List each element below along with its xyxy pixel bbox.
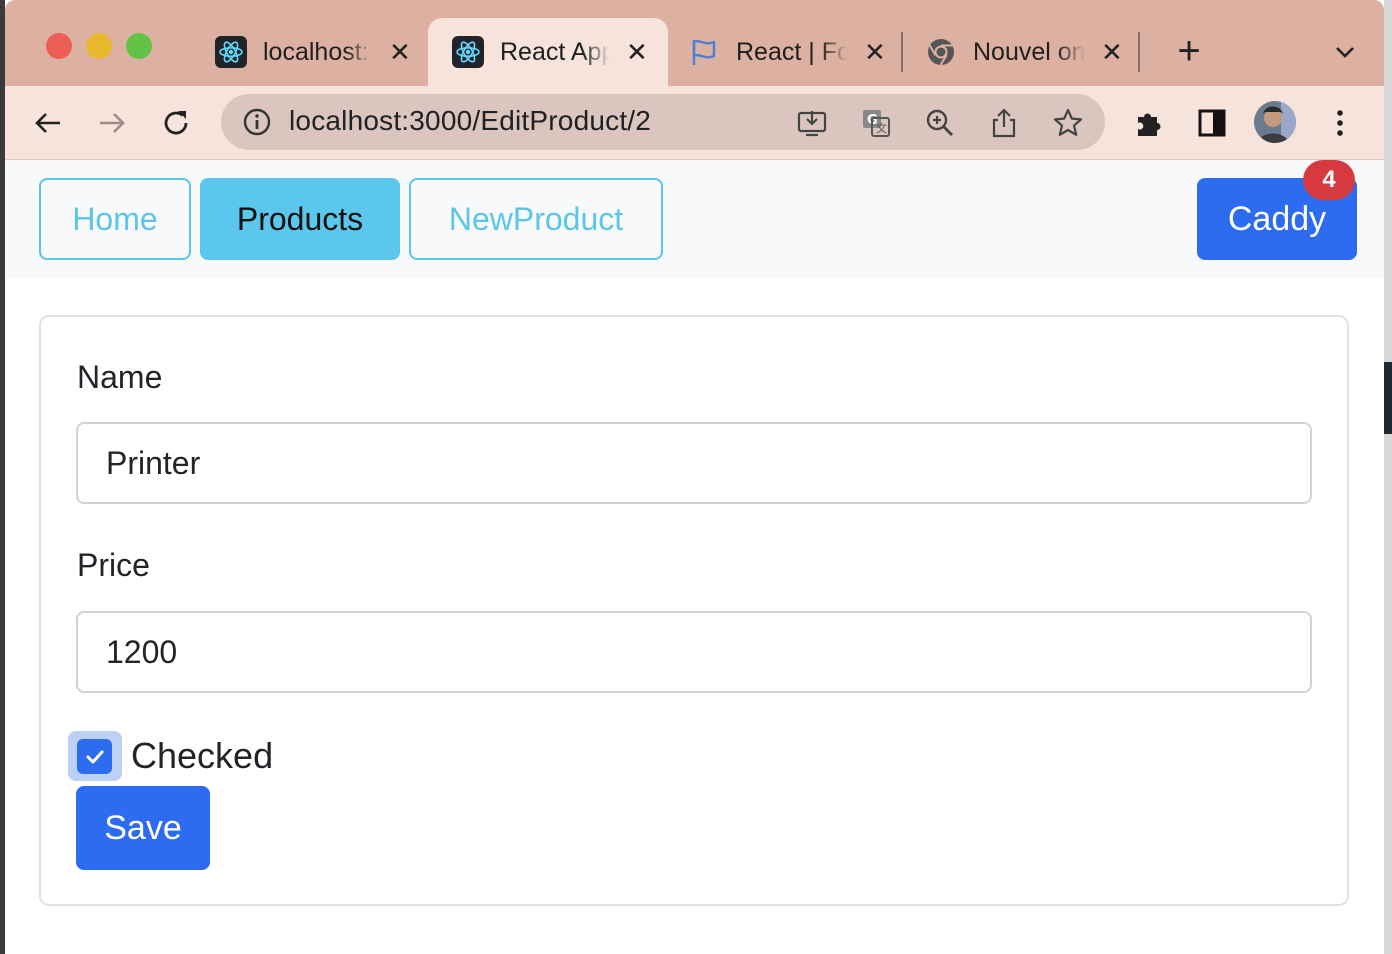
checked-checkbox[interactable]	[77, 739, 112, 774]
tab-separator	[1138, 32, 1140, 72]
name-label: Name	[77, 359, 163, 395]
site-info-icon[interactable]	[241, 106, 273, 143]
tab-label: Nouvel on	[973, 37, 1085, 66]
close-tab-icon[interactable]: ✕	[626, 39, 648, 65]
tab-react-app[interactable]: React App ✕	[428, 18, 668, 86]
price-label: Price	[77, 547, 150, 583]
chrome-icon	[925, 36, 957, 68]
tab-label: localhost:	[263, 37, 369, 66]
close-window-button[interactable]	[46, 33, 72, 59]
tab-localhost[interactable]: localhost: ✕	[199, 18, 429, 86]
zoom-icon[interactable]	[923, 106, 957, 140]
price-input[interactable]: 1200	[76, 611, 1312, 693]
tab-label: React App	[500, 37, 610, 66]
browser-window: localhost: ✕ React App ✕ React | Fo ✕ No…	[0, 0, 1392, 954]
edit-product-form: Name Printer Price 1200 Checked Save	[39, 315, 1349, 906]
nav-home-button[interactable]: Home	[39, 178, 191, 260]
background-window-edge	[1384, 362, 1392, 434]
svg-text:文: 文	[876, 121, 887, 135]
chevron-down-icon[interactable]	[1331, 38, 1359, 66]
side-panel-icon[interactable]	[1193, 104, 1231, 142]
avatar[interactable]	[1253, 100, 1297, 144]
flag-icon	[688, 36, 720, 68]
translate-icon[interactable]: G文	[859, 106, 893, 140]
caddy-count-badge: 4	[1303, 160, 1355, 200]
forward-icon[interactable]	[93, 104, 131, 142]
url-text[interactable]: localhost:3000/EditProduct/2	[289, 105, 651, 137]
new-tab-button[interactable]: +	[1171, 31, 1207, 72]
react-icon	[452, 36, 484, 68]
checkmark-icon	[86, 750, 103, 763]
checked-label[interactable]: Checked	[131, 735, 273, 777]
close-tab-icon[interactable]: ✕	[1101, 39, 1123, 65]
tab-separator	[901, 32, 903, 72]
share-icon[interactable]	[987, 106, 1021, 140]
install-app-icon[interactable]	[795, 106, 829, 140]
maximize-window-button[interactable]	[126, 33, 152, 59]
minimize-window-button[interactable]	[86, 33, 112, 59]
browser-toolbar: localhost:3000/EditProduct/2 G文	[5, 86, 1384, 160]
address-bar[interactable]: localhost:3000/EditProduct/2 G文	[221, 94, 1105, 150]
tab-strip: localhost: ✕ React App ✕ React | Fo ✕ No…	[5, 0, 1384, 86]
back-icon[interactable]	[29, 104, 67, 142]
bookmark-star-icon[interactable]	[1051, 106, 1085, 140]
tab-react-forms[interactable]: React | Fo ✕	[688, 18, 898, 86]
app-navbar: Home Products NewProduct Caddy 4	[5, 160, 1384, 278]
close-tab-icon[interactable]: ✕	[864, 39, 886, 65]
scrollbar-track	[1384, 0, 1392, 954]
nav-products-button[interactable]: Products	[200, 178, 400, 260]
tab-nouvel-onglet[interactable]: Nouvel on ✕	[925, 18, 1135, 86]
react-icon	[215, 36, 247, 68]
nav-newproduct-button[interactable]: NewProduct	[409, 178, 663, 260]
reload-icon[interactable]	[157, 104, 195, 142]
close-tab-icon[interactable]: ✕	[389, 39, 411, 65]
name-input[interactable]: Printer	[76, 422, 1312, 504]
tab-label: React | Fo	[736, 37, 848, 66]
save-button[interactable]: Save	[76, 786, 210, 870]
checked-checkbox-focus-ring	[68, 731, 122, 781]
browser-menu-icon[interactable]	[1321, 104, 1359, 142]
extensions-icon[interactable]	[1129, 104, 1167, 142]
